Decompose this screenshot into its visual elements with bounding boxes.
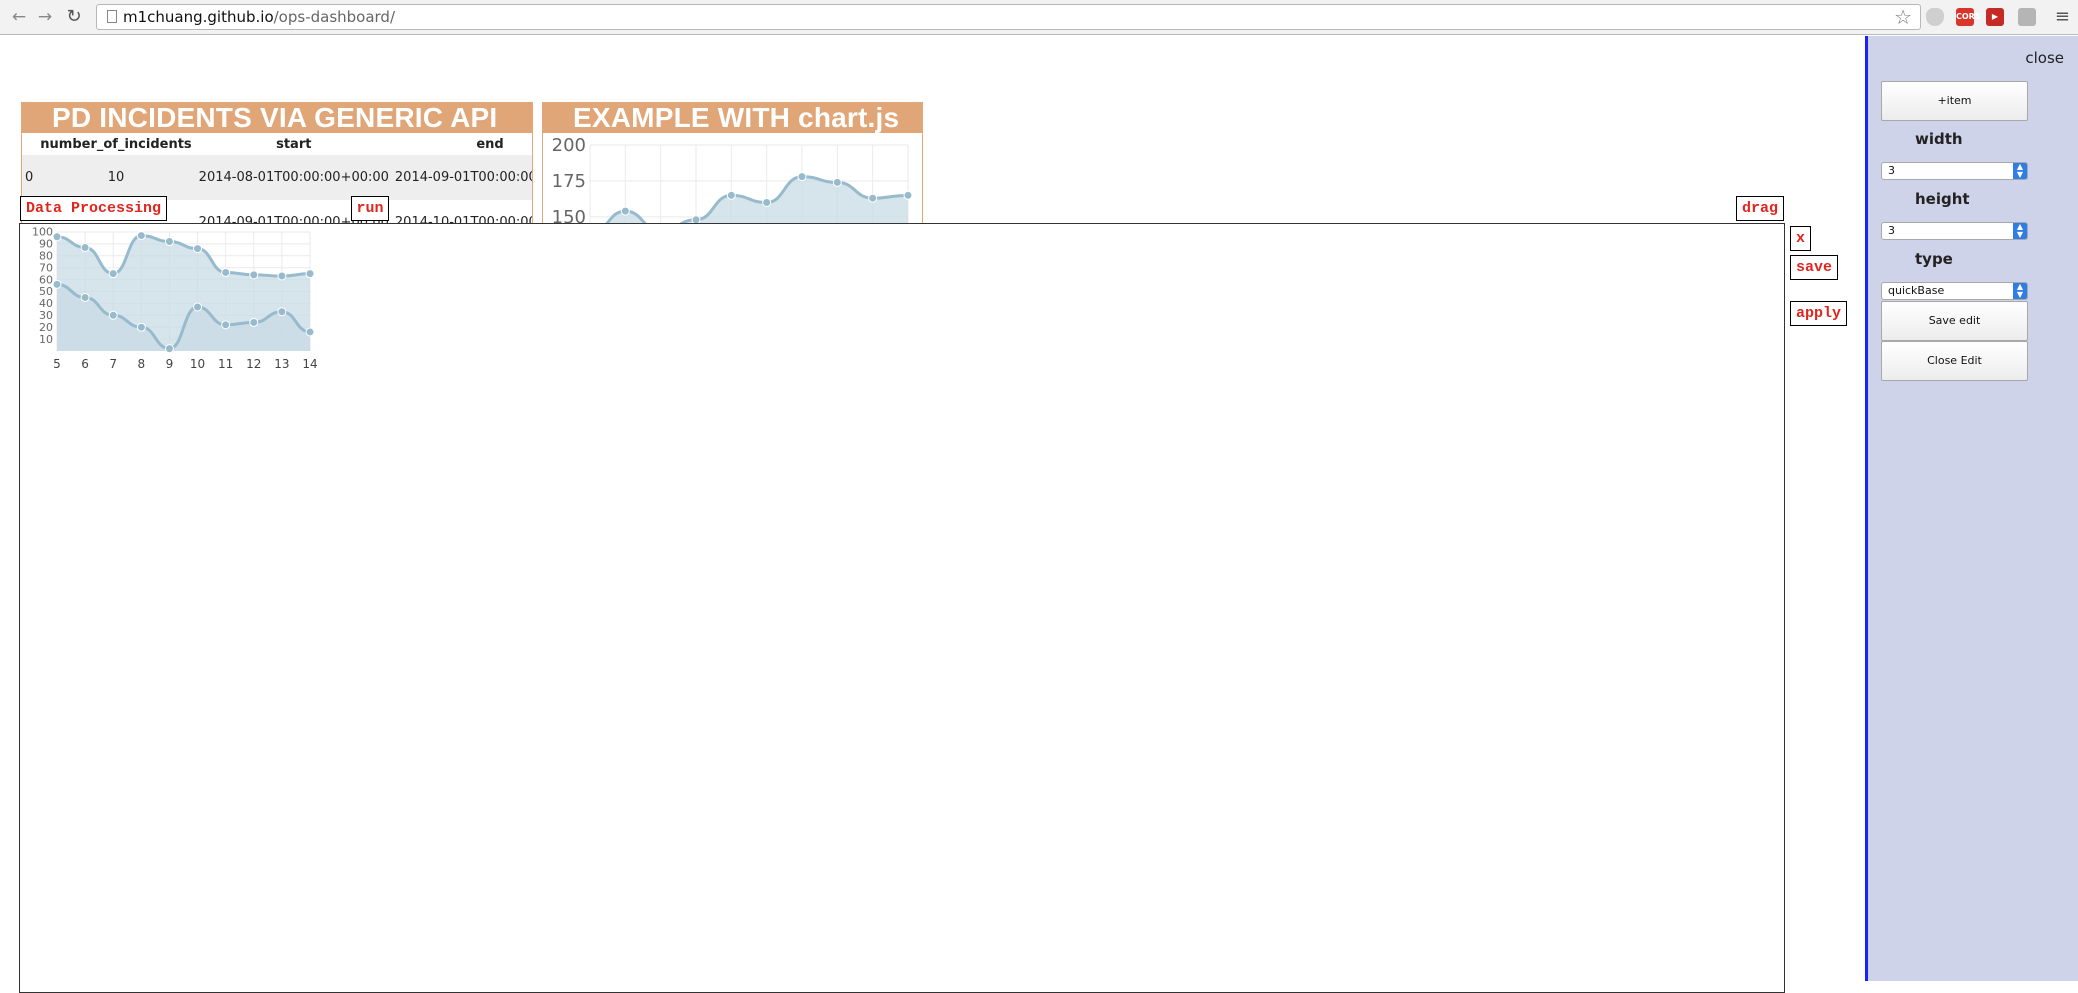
data-point <box>136 322 146 332</box>
select-arrows-icon: ▲ ▼ <box>2013 223 2027 239</box>
table-row: 0 10 2014-08-01T00:00:00+00:00 2014-09-0… <box>22 155 532 200</box>
select-arrows-icon: ▲ ▼ <box>2013 283 2027 299</box>
browser-menu-icon[interactable]: ≡ <box>2055 6 2070 28</box>
incidents-widget-title: PD INCIDENTS VIA GENERIC API <box>22 102 532 133</box>
apply-button[interactable]: apply <box>1790 301 1847 326</box>
data-point <box>52 232 62 242</box>
x-tick-label: 6 <box>81 357 89 371</box>
type-select[interactable]: quickBase ▲ ▼ <box>1881 282 2028 300</box>
forward-arrow-icon[interactable]: → <box>34 6 56 28</box>
reload-icon[interactable]: ↻ <box>63 6 85 28</box>
table-cell: 2014-09-01T00:00:00+00:00 <box>391 155 532 200</box>
x-tick-label: 12 <box>246 357 261 371</box>
height-select[interactable]: 3 ▲ ▼ <box>1881 222 2028 240</box>
x-tick-label: 9 <box>166 357 174 371</box>
data-point <box>305 327 315 337</box>
data-point <box>726 190 736 200</box>
x-tick-label: 5 <box>53 357 61 371</box>
width-select[interactable]: 3 ▲ ▼ <box>1881 162 2028 180</box>
add-item-button[interactable]: +item <box>1881 81 2028 121</box>
data-point <box>164 237 174 247</box>
table-header-row: number_of_incidents start end <box>22 133 532 155</box>
close-edit-button[interactable]: Close Edit <box>1881 341 2028 381</box>
bookmark-star-icon[interactable]: ☆ <box>1894 6 1912 28</box>
width-select-value: 3 <box>1888 164 1895 177</box>
data-point <box>80 242 90 252</box>
y-tick-label: 175 <box>552 171 586 192</box>
x-tick-label: 14 <box>302 357 317 371</box>
data-point <box>52 279 62 289</box>
data-point <box>249 270 259 280</box>
y-tick-label: 200 <box>552 135 586 156</box>
data-point <box>277 271 287 281</box>
column-header: number_of_incidents <box>40 136 192 152</box>
data-point <box>108 269 118 279</box>
cors-icon[interactable]: CORS <box>1956 8 1981 26</box>
data-point <box>305 269 315 279</box>
height-select-value: 3 <box>1888 224 1895 237</box>
data-point <box>903 190 913 200</box>
x-tick-label: 13 <box>274 357 289 371</box>
data-point <box>80 292 90 302</box>
y-tick-label: 150 <box>552 207 586 223</box>
x-tick-label: 7 <box>109 357 117 371</box>
page-icon <box>107 10 117 23</box>
height-label: height <box>1915 190 1970 208</box>
address-bar[interactable]: m1chuang.github.io/ops-dashboard/ ☆ <box>96 4 1921 30</box>
data-point <box>277 307 287 317</box>
chartjs-widget-title: EXAMPLE WITH chart.js <box>543 102 922 133</box>
youtube-icon[interactable]: ▶ <box>1986 8 2004 26</box>
x-tick-label: 8 <box>138 357 146 371</box>
data-point <box>221 267 231 277</box>
save-edit-button[interactable]: Save edit <box>1881 301 2028 341</box>
chartjs-area-chart: 200175150125 <box>552 135 913 223</box>
type-label: type <box>1915 250 1953 268</box>
shield-icon[interactable] <box>1926 8 1944 26</box>
data-point <box>221 320 231 330</box>
url-host: m1chuang.github.io <box>123 8 274 26</box>
back-arrow-icon[interactable]: ← <box>8 6 30 28</box>
address-url[interactable]: m1chuang.github.io/ops-dashboard/ <box>123 9 395 26</box>
column-header: start <box>276 136 312 152</box>
table-cell: 10 <box>36 155 196 200</box>
y-tick-label: 10 <box>39 333 53 346</box>
widget-editor-area[interactable]: 100 90 80 70 60 50 40 30 20 10 5 6 7 8 9 10 11 12 13 14 <box>19 223 1785 993</box>
preview-area-chart: 1009080706050403020105 6 7 8 9 10 11 12 13 14 <box>32 226 318 371</box>
extension-icon[interactable] <box>2018 8 2036 26</box>
column-header: end <box>476 136 504 152</box>
panel-close-link[interactable]: close <box>2025 49 2064 67</box>
url-path: /ops-dashboard/ <box>273 8 396 26</box>
data-point <box>832 177 842 187</box>
data-point <box>691 215 701 223</box>
cors-icon-label: CORS <box>1956 12 1981 21</box>
data-point <box>193 302 203 312</box>
widget-name-tag[interactable]: Data Processing <box>20 196 167 221</box>
browser-toolbar: ← → ↻ m1chuang.github.io/ops-dashboard/ … <box>0 0 2078 35</box>
run-button[interactable]: run <box>351 196 389 221</box>
data-point <box>136 231 146 241</box>
data-point <box>108 310 118 320</box>
table-cell: 2014-08-01T00:00:00+00:00 <box>195 155 392 200</box>
youtube-icon-label: ▶ <box>1991 12 1999 21</box>
save-button[interactable]: save <box>1790 255 1838 280</box>
data-point <box>762 198 772 207</box>
table-cell: 0 <box>22 155 37 200</box>
data-point <box>249 317 259 327</box>
data-point <box>193 244 203 254</box>
column-header <box>22 133 36 155</box>
chartjs-widget: EXAMPLE WITH chart.js 200175150125 <box>542 102 923 224</box>
x-tick-label: 11 <box>218 357 233 371</box>
type-select-value: quickBase <box>1888 284 1945 297</box>
edit-panel: close +item width 3 ▲ ▼ height 3 ▲ ▼ type … <box>1865 36 2078 981</box>
select-arrows-icon: ▲ ▼ <box>2013 163 2027 179</box>
drag-handle[interactable]: drag <box>1736 196 1784 221</box>
x-tick-label: 10 <box>190 357 205 371</box>
data-point <box>797 172 807 182</box>
table-cell: 2014-10-01T00:00:00+00:00 <box>394 215 532 224</box>
close-x-button[interactable]: x <box>1790 226 1811 251</box>
data-point <box>620 206 630 216</box>
data-point <box>868 193 878 203</box>
width-label: width <box>1915 130 1963 148</box>
data-point <box>164 344 174 354</box>
